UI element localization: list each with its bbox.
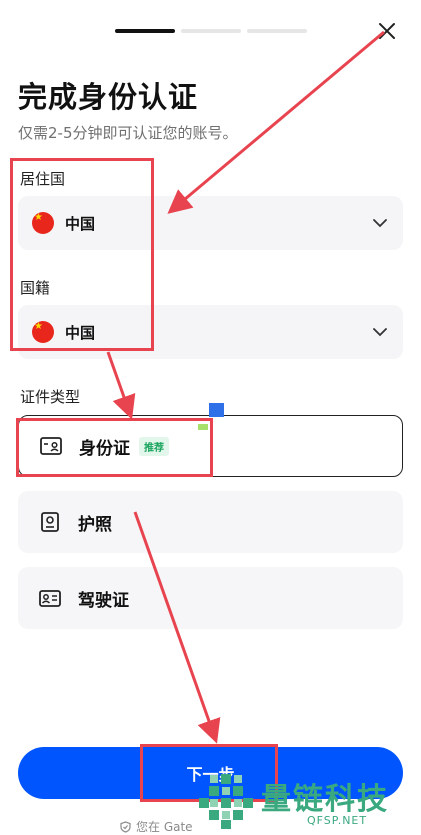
watermark-logo-icon	[199, 774, 253, 829]
arrow-to-next	[133, 511, 221, 744]
arrow-to-id-card	[106, 351, 136, 420]
annotation-arrows	[106, 30, 385, 744]
watermark: 量链科技 QFSP.NET	[195, 772, 421, 832]
watermark-name: 量链科技	[261, 782, 389, 817]
watermark-url: QFSP.NET	[307, 814, 368, 827]
arrow-to-country	[167, 30, 385, 214]
